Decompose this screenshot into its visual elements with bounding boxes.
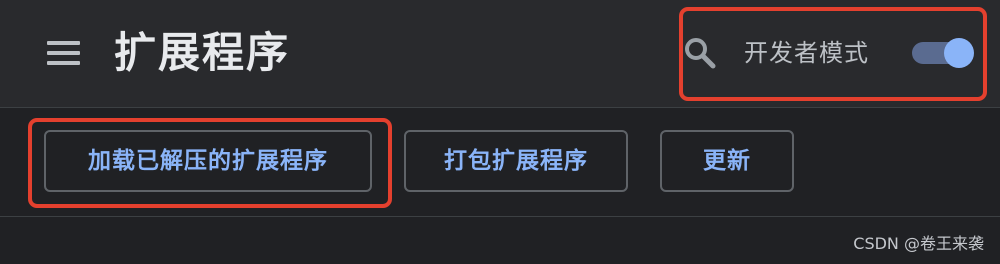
update-button[interactable]: 更新 [660,130,794,192]
menu-icon[interactable] [47,40,80,66]
watermark-text: CSDN @卷王来袭 [853,234,984,253]
developer-mode-toggle[interactable] [912,38,974,68]
toggle-knob [944,38,974,68]
search-icon[interactable] [683,36,717,70]
pack-extension-button[interactable]: 打包扩展程序 [404,130,628,192]
extensions-header: 扩展程序 开发者模式 [0,0,1000,107]
developer-mode-label: 开发者模式 [744,39,869,67]
page-title: 扩展程序 [114,28,291,77]
toolbar-divider [0,216,1000,217]
extensions-page: 扩展程序 开发者模式 加载已解压的扩展程序 打包扩展程序 更新 CSDN @卷王… [0,0,1000,264]
load-unpacked-button[interactable]: 加载已解压的扩展程序 [44,130,372,192]
header-divider [0,107,1000,108]
